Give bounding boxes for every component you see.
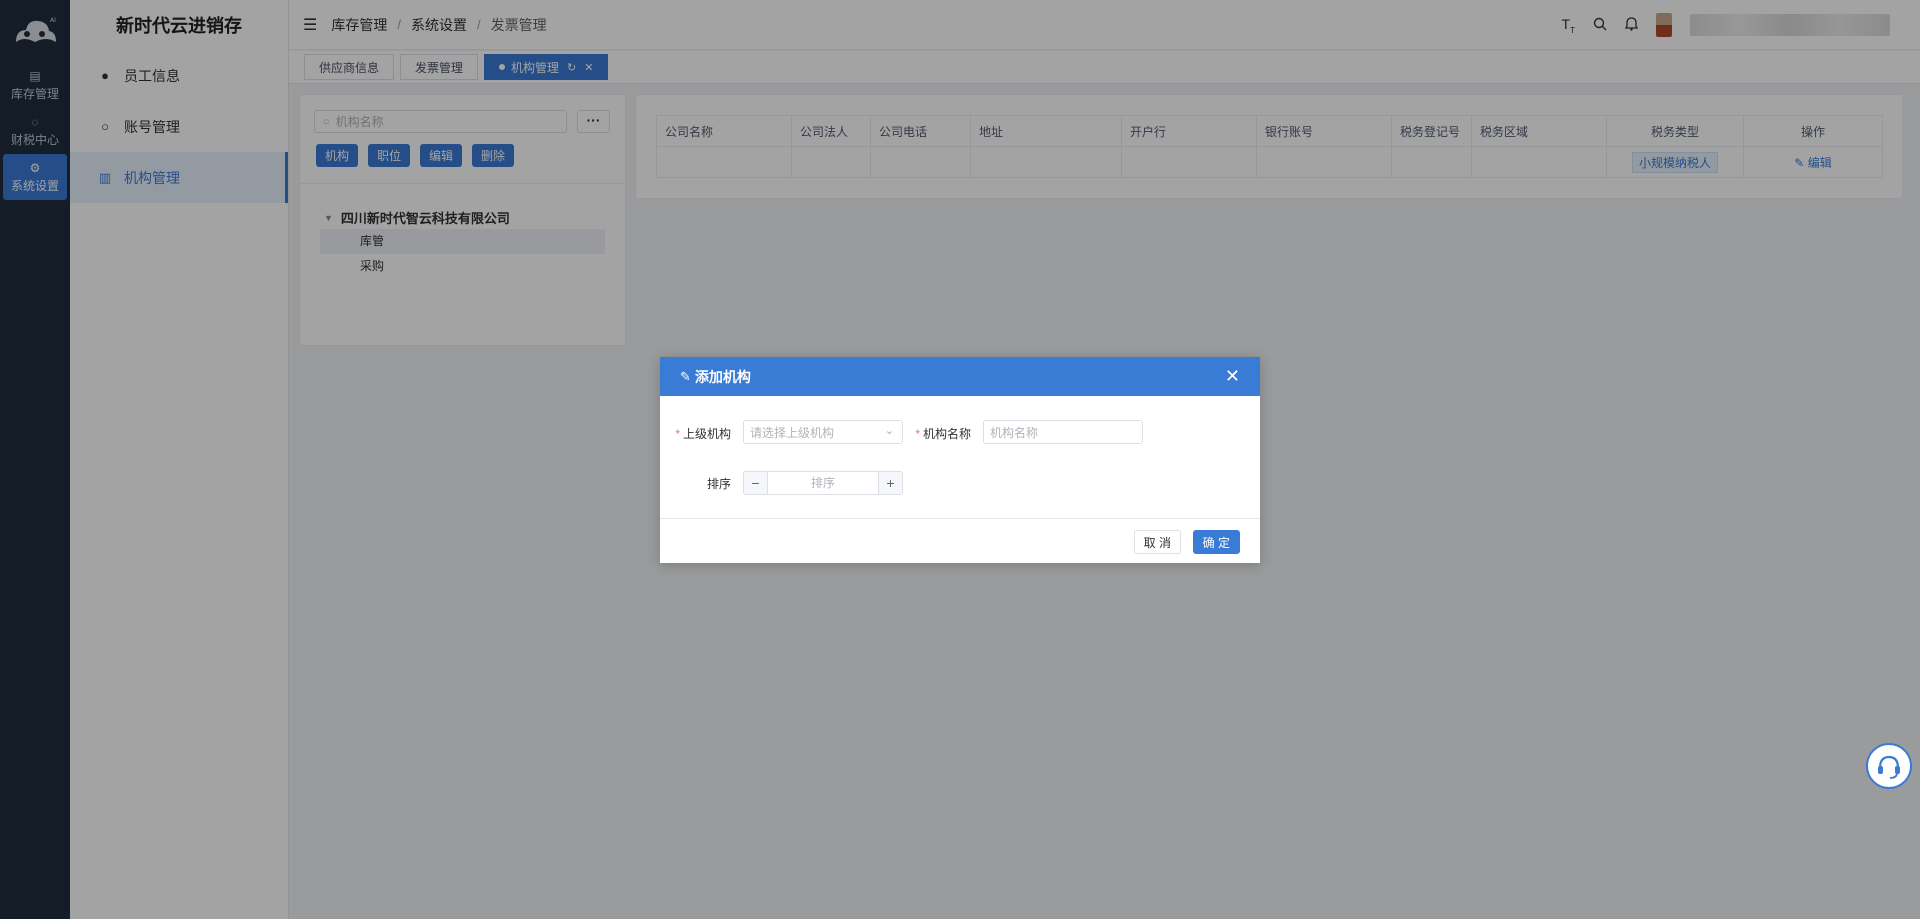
increment-button[interactable]: + <box>878 472 902 494</box>
confirm-button[interactable]: 确 定 <box>1192 530 1240 554</box>
required-mark: * <box>675 427 680 441</box>
dialog-header: ✎ 添加机构 <box>660 357 1260 396</box>
parent-org-label-text: 上级机构 <box>682 427 731 441</box>
customer-support-button[interactable] <box>1866 743 1912 789</box>
add-organization-dialog: ✎ 添加机构 ✕ * 上级机构 请选择上级机构 ⌄ * 机构名称 机构名称 排序 −… <box>660 357 1260 563</box>
dialog-title: 添加机构 <box>694 368 751 385</box>
sort-label: 排序 <box>706 477 731 491</box>
org-name-label: * 机构名称 <box>913 425 971 442</box>
required-mark: * <box>915 427 920 441</box>
edit-icon: ✎ <box>680 368 691 384</box>
org-name-label-text: 机构名称 <box>922 427 971 441</box>
parent-org-select[interactable]: 请选择上级机构 ⌄ <box>743 420 903 444</box>
org-name-placeholder: 机构名称 <box>990 425 1039 440</box>
dialog-footer: 取 消 确 定 <box>660 518 1260 563</box>
org-name-field[interactable]: 机构名称 <box>983 420 1143 444</box>
headset-icon <box>1878 755 1900 779</box>
sort-input[interactable]: 排序 <box>768 472 878 494</box>
parent-org-label: * 上级机构 <box>673 425 731 442</box>
decrement-button[interactable]: − <box>744 472 768 494</box>
cancel-button[interactable]: 取 消 <box>1133 530 1181 554</box>
chevron-down-icon: ⌄ <box>884 425 894 437</box>
dialog-close-icon[interactable]: ✕ <box>1225 366 1240 386</box>
parent-org-placeholder: 请选择上级机构 <box>750 425 835 440</box>
sort-stepper: − 排序 + <box>743 471 903 495</box>
